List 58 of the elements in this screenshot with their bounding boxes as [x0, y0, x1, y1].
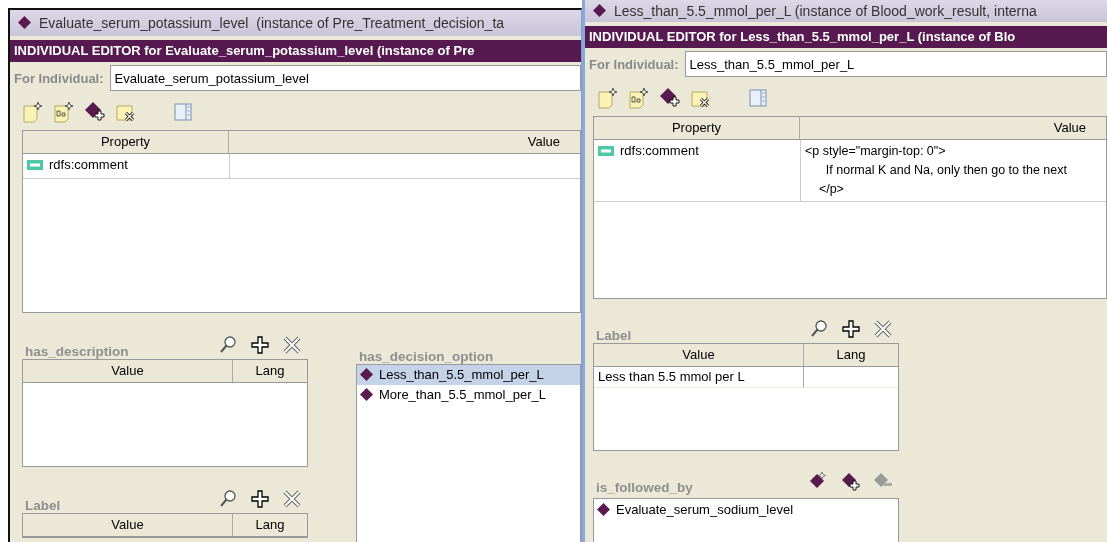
column-header[interactable]: Lang — [233, 514, 307, 536]
table-cell: rdfs:comment — [49, 156, 128, 172]
table-cell-text: <p style="margin-top: 0"> If normal K and Na, only then go to the next </p> — [805, 143, 1067, 199]
field-label: For Individual: — [589, 56, 679, 72]
list-item[interactable]: More_than_5.5_mmol_per_L — [357, 385, 580, 405]
section-title: is_followed_by — [595, 480, 693, 495]
column-header[interactable]: Lang — [804, 344, 898, 366]
diamond-plus-icon[interactable] — [841, 471, 861, 491]
editor-header: INDIVIDUAL EDITOR for Less_than_5.5_mmol_per_L (instance of Blo — [585, 25, 1107, 48]
add-icon[interactable] — [250, 489, 270, 509]
add-icon[interactable] — [841, 319, 861, 339]
field-label: For Individual: — [14, 70, 104, 86]
individual-name-field[interactable]: Less_than_5.5_mmol_per_L — [684, 51, 1107, 78]
section-title: has_description — [24, 344, 129, 359]
new-document-icon[interactable] — [628, 86, 650, 109]
diamond-icon — [360, 368, 373, 382]
close-icon[interactable] — [282, 335, 302, 355]
close-icon[interactable] — [873, 319, 893, 339]
window-title: Less_than_5.5_mmol_per_L (instance of Blood_work_result, interna — [614, 2, 1037, 19]
column-header[interactable]: Value — [23, 514, 233, 536]
column-header[interactable]: Value — [23, 360, 233, 382]
close-icon[interactable] — [282, 489, 302, 509]
column-header[interactable]: Lang — [233, 360, 307, 382]
individual-name-field[interactable]: Evaluate_serum_potassium_level — [109, 65, 581, 92]
diamond-icon — [597, 502, 610, 516]
add-icon[interactable] — [250, 335, 270, 355]
new-note-icon[interactable] — [597, 86, 619, 109]
section-title: Label — [24, 498, 61, 513]
diamond-icon — [18, 16, 31, 30]
list-item[interactable]: Evaluate_serum_sodium_level — [594, 499, 898, 519]
table-cell: Less than 5.5 mmol per L — [594, 367, 804, 387]
column-header[interactable]: Property — [594, 117, 800, 140]
new-note-icon[interactable] — [22, 100, 44, 123]
new-document-icon[interactable] — [53, 100, 75, 123]
list-item-label: More_than_5.5_mmol_per_L — [379, 387, 546, 403]
section-title: has_decision_option — [358, 349, 494, 364]
window-title: Evaluate_serum_potassium_level — [39, 14, 249, 31]
section-title: Label — [595, 328, 632, 343]
search-icon[interactable] — [218, 489, 238, 509]
column-header[interactable]: Property — [23, 131, 229, 154]
list-item[interactable]: Less_than_5.5_mmol_per_L — [357, 365, 580, 385]
diamond-icon — [360, 388, 373, 402]
diamond-plus-icon[interactable] — [84, 100, 106, 123]
search-icon[interactable] — [809, 319, 829, 339]
table-cell: rdfs:comment — [620, 142, 699, 158]
diamond-plus-icon[interactable] — [659, 86, 681, 109]
search-icon[interactable] — [218, 335, 238, 355]
column-header[interactable]: Value — [229, 131, 580, 154]
property-icon — [598, 145, 614, 156]
diamond-icon — [593, 4, 606, 18]
column-header[interactable]: Value — [800, 117, 1106, 140]
list-item-label: Evaluate_serum_sodium_level — [616, 501, 794, 517]
editor-header: INDIVIDUAL EDITOR for Evaluate_serum_potassium_level (instance of Pre — [10, 39, 581, 62]
column-header[interactable]: Value — [594, 344, 804, 366]
window-title-suffix: (instance of Pre_Treatment_decision_ta — [256, 14, 505, 31]
property-icon — [27, 159, 43, 170]
list-item-label: Less_than_5.5_mmol_per_L — [379, 367, 544, 383]
diamond-star-icon[interactable] — [809, 471, 829, 491]
